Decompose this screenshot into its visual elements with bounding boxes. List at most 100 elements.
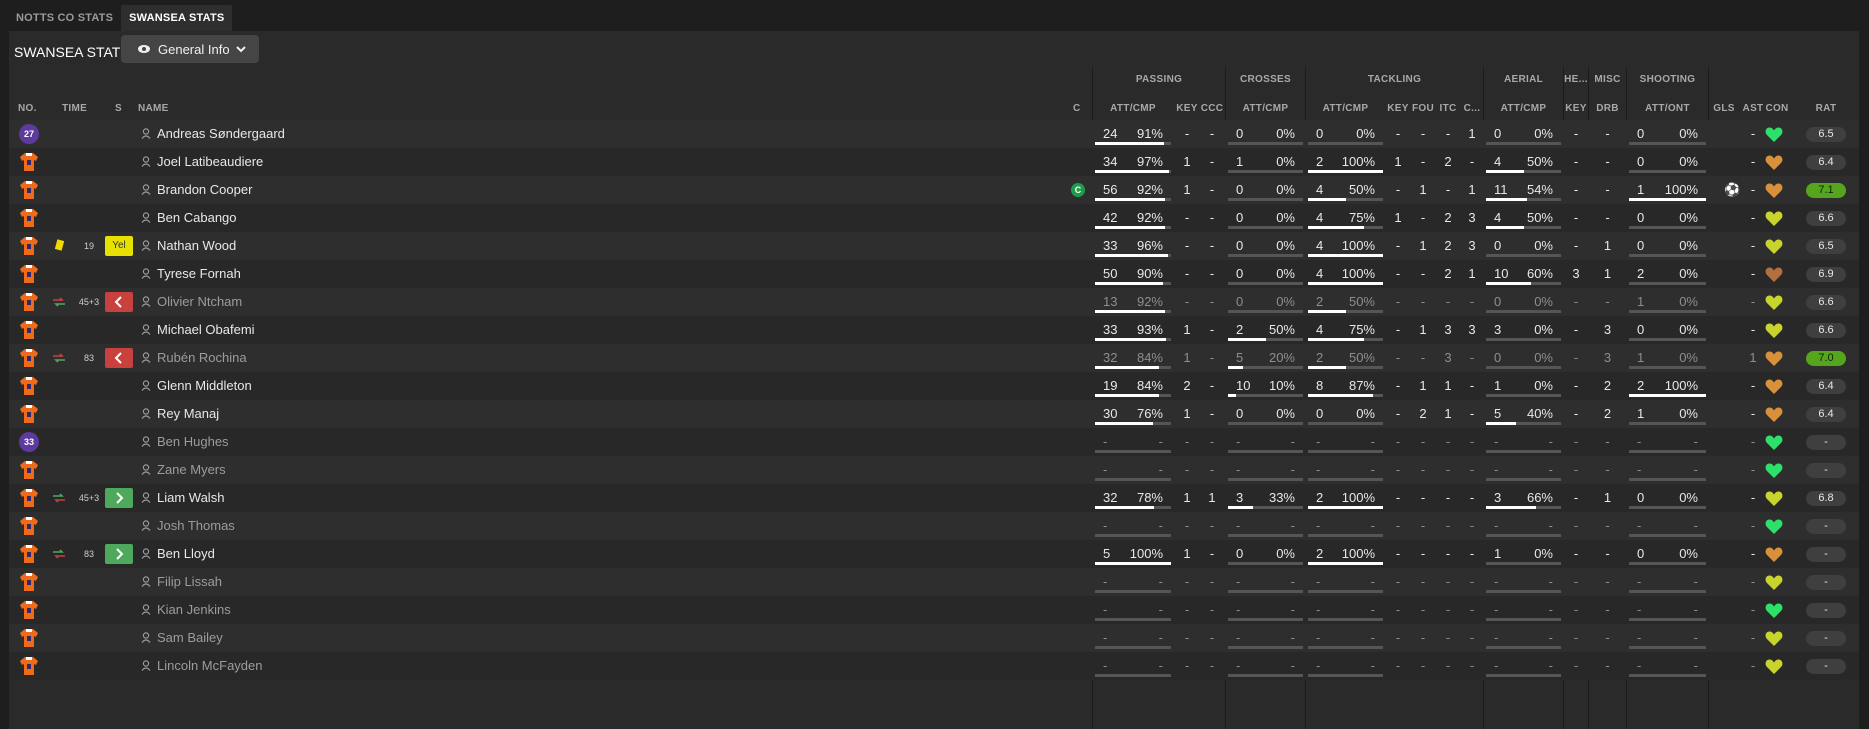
goals (1712, 624, 1736, 652)
player-name[interactable]: Nathan Wood (157, 232, 236, 260)
shirt-icon (20, 265, 38, 283)
tackling-fouls: - (1420, 518, 1426, 533)
misc-dribbles: - (1605, 574, 1610, 589)
player-name[interactable]: Olivier Ntcham (157, 288, 242, 316)
table-row[interactable]: Sam Bailey - - - - - - - - - - - - - - - - - - - - (9, 624, 1859, 652)
column-header-goals[interactable]: GLS (1712, 103, 1736, 114)
shirt-icon (20, 657, 38, 675)
player-name[interactable]: Ben Cabango (157, 204, 237, 232)
column-header-rating[interactable]: RAT (1806, 103, 1846, 114)
passing-bar (1095, 590, 1171, 593)
tackling-itc: 1 (1444, 378, 1452, 393)
table-row[interactable]: Brandon Cooper C 56 92% 1-0 0% 4 50% -1-1 11 54% - -… (9, 176, 1859, 204)
player-name[interactable]: Rubén Rochina (157, 344, 247, 372)
column-header-pass-key[interactable]: KEY (1175, 103, 1199, 114)
player-name[interactable]: Brandon Cooper (157, 176, 252, 204)
player-name[interactable]: Sam Bailey (157, 624, 223, 652)
table-row[interactable]: Glenn Middleton 19 84% 2-10 10% 8 87% -1 1-1 0% -2… (9, 372, 1859, 400)
player-name[interactable]: Filip Lissah (157, 568, 222, 596)
column-header-tack-c[interactable]: C... (1461, 103, 1483, 114)
match-rating: 6.5 (1806, 239, 1846, 254)
goals (1712, 652, 1736, 680)
player-name[interactable]: Michael Obafemi (157, 316, 255, 344)
misc-dribbles: - (1605, 126, 1610, 141)
table-row[interactable]: Michael Obafemi 33 93% 1-2 50% 4 75% -1 3 3 3 0% -3 0… (9, 316, 1859, 344)
column-header-pass-ccc[interactable]: CCC (1200, 103, 1224, 114)
passing-bar (1095, 310, 1171, 313)
table-row[interactable]: 19 Yel Nathan Wood 33 96% - -0 0% 4 100% -1 2 3 0 0% -1… (9, 232, 1859, 260)
table-row[interactable]: 45+3 Olivier Ntcham 13 92% - -0 0% 2 50% - - - -0 0% -… (9, 288, 1859, 316)
column-header-status[interactable]: S (115, 103, 122, 114)
table-row[interactable]: Zane Myers - - - - - - - - - - - - - - - - - - - - (9, 456, 1859, 484)
tackling-bar (1308, 590, 1383, 593)
person-icon (141, 604, 151, 615)
player-name[interactable]: Josh Thomas (157, 512, 235, 540)
column-header-tack-fou[interactable]: FOU (1411, 103, 1435, 114)
table-row[interactable]: Tyrese Fornah 50 90% - -0 0% 4 100% - -2 1 10 60% 3 1 2… (9, 260, 1859, 288)
column-header-condition[interactable]: CON (1765, 103, 1789, 114)
table-row[interactable]: 45+3 Liam Walsh 32 78% 1 1 3 33% 2 100% - - - -3 66% -1… (9, 484, 1859, 512)
aerial-bar-fill (1486, 282, 1531, 285)
player-name[interactable]: Tyrese Fornah (157, 260, 241, 288)
column-header-time[interactable]: TIME (62, 103, 87, 114)
player-name[interactable]: Ben Hughes (157, 428, 229, 456)
column-header-header-key[interactable]: KEY (1564, 103, 1588, 114)
player-name[interactable]: Zane Myers (157, 456, 226, 484)
tackling-bar (1308, 254, 1383, 257)
column-header-cross-att-cmp[interactable]: ATT/CMP (1226, 103, 1305, 114)
column-header-no[interactable]: NO. (18, 103, 37, 114)
event-time: 83 (83, 353, 94, 363)
passing-ccc: - (1209, 658, 1215, 673)
player-name[interactable]: Lincoln McFayden (157, 652, 263, 680)
tackling-c: - (1469, 294, 1475, 309)
table-row[interactable]: Filip Lissah - - - - - - - - - - - - - - - - - - - - (9, 568, 1859, 596)
column-header-aerial-att-cmp[interactable]: ATT/CMP (1484, 103, 1563, 114)
column-header-assists[interactable]: AST (1741, 103, 1765, 114)
tackling-bar-fill (1308, 366, 1346, 369)
table-row[interactable]: 83 Ben Lloyd 5 100% 1-0 0% 2 100% - - - -1 0% - -0 0% - - (9, 540, 1859, 568)
player-name[interactable]: Glenn Middleton (157, 372, 252, 400)
table-row[interactable]: Kian Jenkins - - - - - - - - - - - - - - - - - - - - (9, 596, 1859, 624)
passing-ccc: - (1209, 462, 1215, 477)
table-row[interactable]: Joel Latibeaudiere 34 97% 1-1 0% 2 100% 1-2-4 50… (9, 148, 1859, 176)
table-row[interactable]: Rey Manaj 30 76% 1-0 0% 0 0% -2 1-5 40% -2 1 0% -6.4 (9, 400, 1859, 428)
player-name[interactable]: Andreas Søndergaard (157, 120, 285, 148)
table-row[interactable]: 83 Rubén Rochina 32 84% 1-5 20% 2 50% - -3-0 0% -3 1… (9, 344, 1859, 372)
crosses-bar (1228, 282, 1303, 285)
tackling-key: - (1395, 294, 1401, 309)
tackling-fouls: 1 (1419, 322, 1427, 337)
column-header-tack-att-cmp[interactable]: ATT/CMP (1306, 103, 1385, 114)
table-row[interactable]: 27 Andreas Søndergaard 24 91% - -0 0% 0 0% - - -1 0 0… (9, 120, 1859, 148)
column-header-tack-itc[interactable]: ITC (1436, 103, 1460, 114)
goals (1712, 260, 1736, 288)
chevron-right-icon (116, 548, 124, 560)
player-name[interactable]: Kian Jenkins (157, 596, 231, 624)
column-header-pass-att-cmp[interactable]: ATT/CMP (1093, 103, 1173, 114)
tackling-key: - (1395, 266, 1401, 281)
table-row[interactable]: Lincoln McFayden - - - - - - - - - - - - - - - - - - - - (9, 652, 1859, 680)
tab-swansea-stats[interactable]: SWANSEA STATS (121, 5, 233, 31)
player-name[interactable]: Ben Lloyd (157, 540, 215, 568)
passing-ccc: - (1209, 350, 1215, 365)
match-rating: 6.4 (1806, 407, 1846, 422)
table-row[interactable]: Josh Thomas - - - - - - - - - - - - - - - - - - - - (9, 512, 1859, 540)
person-icon (141, 184, 151, 195)
tab-notts-co-stats[interactable]: NOTTS CO STATS (8, 5, 121, 31)
column-header-captain[interactable]: C (1073, 103, 1081, 114)
column-header-name[interactable]: NAME (138, 103, 169, 114)
assists: - (1750, 630, 1756, 645)
crosses-bar (1228, 534, 1303, 537)
match-rating: - (1806, 659, 1846, 674)
tackling-c: - (1469, 462, 1475, 477)
tackling-fouls: 1 (1419, 182, 1427, 197)
column-header-tack-key[interactable]: KEY (1386, 103, 1410, 114)
player-name[interactable]: Rey Manaj (157, 400, 219, 428)
column-header-shoot-att-ont[interactable]: ATT/ONT (1627, 103, 1708, 114)
goals (1712, 484, 1736, 512)
player-name[interactable]: Liam Walsh (157, 484, 224, 512)
player-name[interactable]: Joel Latibeaudiere (157, 148, 263, 176)
table-row[interactable]: 33 Ben Hughes - - - - - - - - - - - - - - - - - - - - (9, 428, 1859, 456)
table-row[interactable]: Ben Cabango 42 92% - -0 0% 4 75% 1-2 3 4 50% - -0 0% -6… (9, 204, 1859, 232)
column-header-misc-drb[interactable]: DRB (1589, 103, 1626, 114)
view-selector-button[interactable]: General Info (121, 35, 259, 63)
